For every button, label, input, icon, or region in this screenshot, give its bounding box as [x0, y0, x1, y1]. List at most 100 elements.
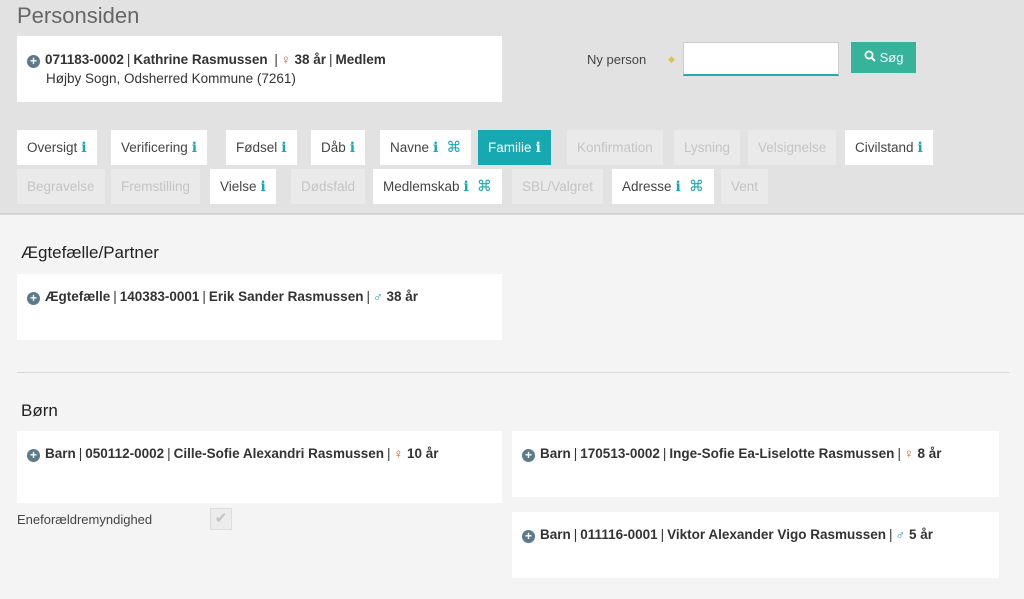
separator: | — [662, 446, 667, 461]
custody-checkbox[interactable]: ✔ — [210, 508, 232, 530]
person-name: Kathrine Rasmussen — [133, 52, 268, 67]
tab-sbl-valgret: SBL/Valgret — [512, 169, 604, 204]
tab-vent: Vent — [721, 169, 769, 204]
person-summary-card: +071183-0002 | Kathrine Rasmussen | ♀ 38 år… — [17, 36, 502, 102]
tab-oversigt[interactable]: Oversigt i — [17, 130, 97, 165]
relation-cpr: 050112-0002 — [85, 446, 165, 461]
tab-lysning: Lysning — [674, 130, 741, 165]
tab-daab[interactable]: Dåb i — [311, 130, 366, 165]
separator: | — [167, 446, 171, 461]
tab-label: Fremstilling — [121, 179, 191, 194]
search-button[interactable]: Søg — [851, 42, 916, 73]
person-age: 38 år — [294, 52, 326, 67]
tab-label: Fødsel — [236, 140, 278, 155]
separator: | — [113, 289, 117, 304]
person-cpr: 071183-0002 — [45, 52, 124, 67]
separator: | — [660, 527, 665, 542]
tab-adresse[interactable]: Adresse i ⌘ — [612, 169, 714, 204]
info-icon[interactable]: i — [281, 140, 286, 156]
relation-cpr: 011116-0001 — [580, 527, 658, 542]
info-icon[interactable]: i — [350, 140, 355, 156]
info-icon[interactable]: i — [536, 140, 541, 156]
relation-age: 5 år — [909, 527, 934, 542]
tab-label: Begravelse — [27, 179, 95, 194]
spouse-card: + Ægtefælle | 140383-0001 | Erik Sander Rasmu… — [17, 274, 502, 340]
tab-label: Adresse — [622, 179, 672, 194]
plus-circle-icon[interactable]: + — [27, 55, 40, 68]
command-icon[interactable]: ⌘ — [689, 178, 704, 195]
tab-label: Verificering — [121, 140, 188, 155]
new-person-label: Ny person — [587, 52, 647, 67]
check-icon: ✔ — [214, 510, 228, 527]
info-icon[interactable]: i — [192, 140, 197, 156]
relation-age: 38 år — [386, 289, 419, 304]
section-divider — [17, 372, 1010, 373]
tab-label: Lysning — [684, 140, 731, 155]
tab-label: Vent — [731, 179, 759, 194]
tab-label: Dødsfald — [301, 179, 356, 194]
info-icon[interactable]: i — [433, 140, 438, 156]
female-figure-icon: ♀ — [903, 446, 914, 461]
male-figure-icon: ♂ — [895, 527, 906, 542]
relation-age: 10 år — [407, 446, 439, 461]
command-icon[interactable]: ⌘ — [446, 139, 461, 156]
info-icon[interactable]: i — [261, 179, 266, 195]
tab-vielse[interactable]: Vielse i — [210, 169, 276, 204]
relation-name[interactable]: Inge-Sofie Ea-Liselotte Rasmussen — [669, 446, 894, 461]
tab-label: Navne — [390, 140, 430, 155]
children-section-title: Børn — [21, 401, 58, 420]
tab-velsignelse: Velsignelse — [748, 130, 837, 165]
child-card: + Barn | 170513-0002 | Inge-Sofie Ea-Liselott… — [512, 431, 999, 497]
plus-circle-icon[interactable]: + — [522, 530, 535, 543]
tab-label: Civilstand — [855, 140, 914, 155]
command-icon[interactable]: ⌘ — [477, 178, 492, 195]
tab-civilstand[interactable]: Civilstand i — [845, 130, 933, 165]
separator: | — [366, 289, 370, 304]
tab-label: Dåb — [321, 140, 346, 155]
info-icon[interactable]: i — [464, 179, 469, 195]
custody-label: Eneforældremyndighed — [17, 512, 153, 527]
female-figure-icon: ♀ — [280, 52, 291, 67]
separator: | — [78, 446, 83, 461]
separator: | — [202, 289, 206, 304]
separator: | — [897, 446, 901, 461]
separator: | — [573, 527, 578, 542]
relation-name[interactable]: Erik Sander Rasmussen — [209, 289, 364, 304]
person-location: Højby Sogn, Odsherred Kommune (7261) — [46, 71, 296, 86]
tab-label: Vielse — [220, 179, 257, 194]
info-icon[interactable]: i — [676, 179, 681, 195]
relation-cpr: 170513-0002 — [580, 446, 660, 461]
tab-verificering[interactable]: Verificering i — [111, 130, 208, 165]
separator: | — [126, 52, 131, 67]
search-input[interactable] — [683, 42, 839, 76]
tab-label: Konfirmation — [577, 140, 653, 155]
relation-role: Barn — [45, 446, 76, 461]
plus-circle-icon[interactable]: + — [27, 292, 40, 305]
required-dot-icon: ◆ — [668, 54, 675, 64]
relation-role: Barn — [540, 527, 571, 542]
plus-circle-icon[interactable]: + — [27, 449, 40, 462]
page-title: Personsiden — [17, 3, 140, 28]
relation-name[interactable]: Cille-Sofie Alexandri Rasmussen — [174, 446, 384, 461]
tab-konfirmation: Konfirmation — [567, 130, 663, 165]
tab-label: Medlemskab — [383, 179, 460, 194]
separator: | — [386, 446, 391, 461]
tab-navne[interactable]: Navne i ⌘ — [380, 130, 472, 165]
male-figure-icon: ♂ — [372, 289, 383, 304]
relation-name[interactable]: Viktor Alexander Vigo Rasmussen — [667, 527, 886, 542]
tab-doedsfald: Dødsfald — [291, 169, 366, 204]
relation-role: Ægtefælle — [45, 289, 111, 304]
tab-medlemskab[interactable]: Medlemskab i ⌘ — [373, 169, 502, 204]
relation-age: 8 år — [917, 446, 942, 461]
tab-fremstilling: Fremstilling — [111, 169, 201, 204]
person-status: Medlem — [335, 52, 386, 67]
separator: | — [573, 446, 578, 461]
info-icon[interactable]: i — [81, 140, 86, 156]
tab-foedsel[interactable]: Fødsel i — [226, 130, 297, 165]
search-icon — [864, 50, 876, 65]
plus-circle-icon[interactable]: + — [522, 449, 535, 462]
relation-cpr: 140383-0001 — [119, 289, 200, 304]
tab-familie[interactable]: Familie i — [478, 130, 551, 165]
tab-label: Oversigt — [27, 140, 78, 155]
info-icon[interactable]: i — [918, 140, 923, 156]
